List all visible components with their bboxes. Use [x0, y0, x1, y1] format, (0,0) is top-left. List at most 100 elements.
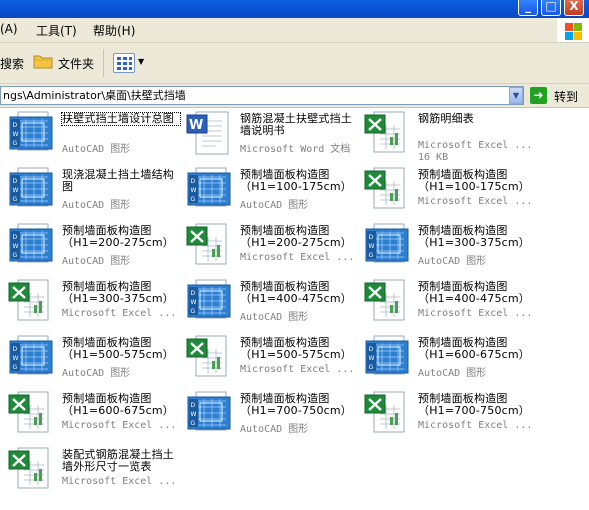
file-type: AutoCAD 图形	[418, 256, 487, 267]
toolbar: 搜索 文件夹 ▼	[0, 43, 589, 84]
window-title-bar: _ □ X	[0, 0, 589, 18]
file-item[interactable]: 预制墙面板构造图（H1=200-275cm） Microsoft Excel ..…	[186, 219, 358, 267]
file-list: D W G 扶壁式挡土墙设计总图 AutoCAD 图形 W 钢筋混凝土扶壁式挡土墙说明书 Mi…	[0, 107, 589, 510]
address-dropdown-icon[interactable]: ▼	[509, 87, 523, 104]
svg-text:G: G	[13, 252, 18, 259]
file-item[interactable]: D W G 预制墙面板构造图（H1=400-475cm） AutoCAD 图形	[186, 275, 358, 323]
autocad-dwg-icon: DWG	[364, 335, 412, 379]
file-type: Microsoft Excel ...	[62, 420, 177, 431]
svg-text:W: W	[13, 131, 19, 138]
svg-text:D: D	[191, 178, 196, 185]
file-item[interactable]: D W G 预制墙面板构造图（H1=200-275cm） AutoCAD 图形	[8, 219, 180, 267]
svg-text:G: G	[369, 252, 374, 259]
file-item[interactable]: 预制墙面板构造图（H1=500-575cm） Microsoft Excel ..…	[186, 331, 358, 379]
address-input[interactable]: ngs\Administrator\桌面\扶壁式挡墙	[0, 86, 524, 105]
file-name: 预制墙面板构造图（H1=400-475cm）	[418, 280, 531, 305]
svg-text:G: G	[13, 140, 18, 147]
file-type: Microsoft Excel ...	[62, 308, 177, 319]
file-item[interactable]: D W G 预制墙面板构造图（H1=100-175cm） AutoCAD 图形	[186, 163, 358, 211]
file-name: 预制墙面板构造图（H1=700-750cm）	[240, 392, 353, 417]
file-item[interactable]: D W G 预制墙面板构造图（H1=500-575cm） AutoCAD 图形	[8, 331, 180, 379]
file-item[interactable]: 预制墙面板构造图（H1=600-675cm） Microsoft Excel ..…	[8, 387, 180, 435]
svg-text:D: D	[191, 402, 196, 409]
file-name: 预制墙面板构造图（H1=300-375cm）	[62, 280, 175, 305]
file-item[interactable]: 预制墙面板构造图（H1=700-750cm） Microsoft Excel ..…	[364, 387, 536, 435]
autocad-dwg-icon: DWG	[8, 167, 56, 211]
file-name: 预制墙面板构造图（H1=200-275cm）	[240, 224, 353, 249]
windows-logo-icon	[557, 18, 589, 42]
file-name: 装配式钢筋混凝土挡土墙外形尺寸一览表	[62, 448, 174, 473]
file-name: 钢筋混凝土扶壁式挡土墙说明书	[240, 112, 352, 137]
file-item[interactable]: D W G 预制墙面板构造图（H1=700-750cm） AutoCAD 图形	[186, 387, 358, 435]
views-dropdown-icon[interactable]: ▼	[138, 57, 144, 66]
svg-text:W: W	[13, 243, 19, 250]
excel-worksheet-icon	[364, 167, 412, 211]
svg-text:G: G	[13, 364, 18, 371]
excel-worksheet-icon	[186, 223, 234, 267]
excel-worksheet-icon	[364, 111, 412, 155]
excel-worksheet-icon	[8, 279, 56, 323]
file-item[interactable]: D W G 预制墙面板构造图（H1=600-675cm） AutoCAD 图形	[364, 331, 536, 379]
file-name: 预制墙面板构造图（H1=500-575cm）	[62, 336, 175, 361]
menu-favorites[interactable]: (A)	[0, 22, 18, 36]
svg-text:W: W	[13, 355, 19, 362]
file-item[interactable]: 预制墙面板构造图（H1=100-175cm） Microsoft Excel ..…	[364, 163, 536, 211]
folders-button[interactable]: 文件夹	[58, 55, 94, 72]
svg-text:G: G	[13, 196, 18, 203]
autocad-dwg-icon: DWG	[186, 391, 234, 435]
close-button[interactable]: X	[564, 0, 584, 16]
file-name: 预制墙面板构造图（H1=300-375cm）	[418, 224, 531, 249]
address-bar: ngs\Administrator\桌面\扶壁式挡墙 ▼ ➜ 转到	[0, 84, 589, 108]
file-name: 扶壁式挡土墙设计总图	[61, 112, 181, 126]
minimize-button[interactable]: _	[518, 0, 538, 16]
file-item[interactable]: D W G 扶壁式挡土墙设计总图 AutoCAD 图形	[8, 107, 181, 155]
word-document-icon: W	[186, 111, 234, 155]
file-name: 预制墙面板构造图（H1=700-750cm）	[418, 392, 531, 417]
svg-text:G: G	[191, 420, 196, 427]
excel-worksheet-icon	[8, 447, 56, 491]
file-name: 预制墙面板构造图（H1=200-275cm）	[62, 224, 175, 249]
file-name: 预制墙面板构造图（H1=500-575cm）	[240, 336, 353, 361]
file-name: 预制墙面板构造图（H1=100-175cm）	[418, 168, 531, 193]
autocad-dwg-icon: DWG	[364, 223, 412, 267]
file-type: AutoCAD 图形	[62, 256, 131, 267]
excel-worksheet-icon	[364, 279, 412, 323]
file-type: Microsoft Excel ...	[240, 252, 355, 263]
svg-text:W: W	[369, 355, 375, 362]
menu-tools[interactable]: 工具(T)	[36, 22, 77, 39]
toolbar-separator	[103, 49, 104, 77]
menu-help[interactable]: 帮助(H)	[93, 22, 135, 39]
file-type: Microsoft Excel ...	[418, 196, 533, 207]
file-name: 钢筋明细表	[418, 112, 474, 125]
file-name: 预制墙面板构造图（H1=600-675cm）	[62, 392, 175, 417]
file-type: Microsoft Excel ...	[418, 420, 533, 431]
maximize-button[interactable]: □	[541, 0, 561, 16]
search-button[interactable]: 搜索	[0, 55, 24, 72]
go-arrow-icon: ➜	[530, 87, 547, 104]
file-type: AutoCAD 图形	[62, 368, 131, 379]
file-item[interactable]: D W G 现浇混凝土挡土墙结构图 AutoCAD 图形	[8, 163, 180, 211]
file-item[interactable]: W 钢筋混凝土扶壁式挡土墙说明书 Microsoft Word 文档	[186, 107, 358, 155]
views-icon[interactable]	[113, 53, 135, 73]
file-type: AutoCAD 图形	[62, 200, 131, 211]
file-item[interactable]: 预制墙面板构造图（H1=300-375cm） Microsoft Excel ..…	[8, 275, 180, 323]
file-type: AutoCAD 图形	[240, 312, 309, 323]
svg-text:D: D	[13, 178, 18, 185]
folders-icon[interactable]	[33, 53, 53, 69]
file-name: 预制墙面板构造图（H1=100-175cm）	[240, 168, 353, 193]
svg-text:D: D	[369, 346, 374, 353]
file-type: AutoCAD 图形	[240, 424, 309, 435]
svg-text:W: W	[191, 411, 197, 418]
svg-text:W: W	[369, 243, 375, 250]
autocad-dwg-icon: DWG	[8, 223, 56, 267]
file-item[interactable]: D W G 预制墙面板构造图（H1=300-375cm） AutoCAD 图形	[364, 219, 536, 267]
file-type: Microsoft Excel ...	[418, 140, 533, 151]
go-button[interactable]: ➜ 转到	[530, 86, 588, 105]
file-type: Microsoft Word 文档	[240, 144, 351, 155]
menu-bar: (A) 工具(T) 帮助(H)	[0, 18, 589, 43]
file-type: AutoCAD 图形	[240, 200, 309, 211]
file-item[interactable]: 装配式钢筋混凝土挡土墙外形尺寸一览表 Microsoft Excel ...	[8, 443, 180, 491]
svg-text:D: D	[369, 234, 374, 241]
file-item[interactable]: 钢筋明细表 Microsoft Excel ... 16 KB	[364, 107, 536, 163]
file-item[interactable]: 预制墙面板构造图（H1=400-475cm） Microsoft Excel ..…	[364, 275, 536, 323]
